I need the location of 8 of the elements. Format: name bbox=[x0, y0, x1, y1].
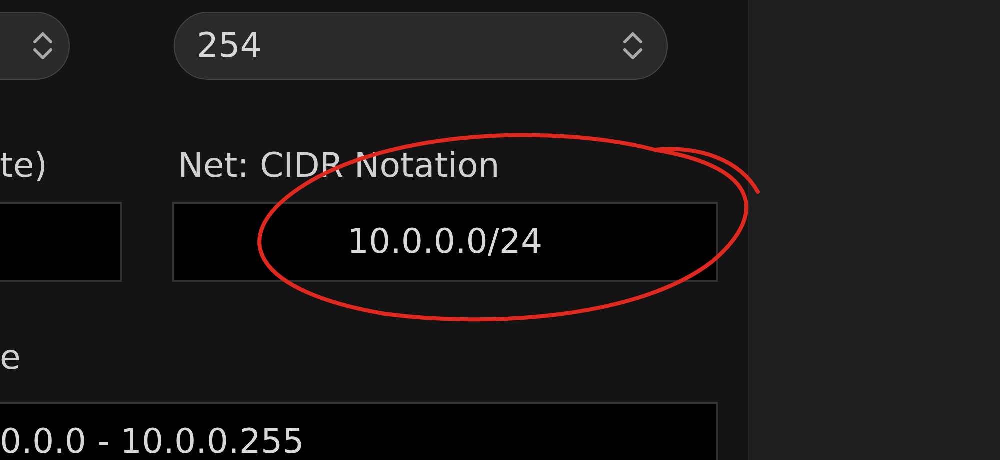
input-field[interactable] bbox=[0, 202, 122, 282]
field-label: te) bbox=[0, 145, 49, 188]
select-control[interactable]: 254 bbox=[174, 12, 668, 80]
input-field[interactable]: 0.0.0 - 10.0.0.255 bbox=[0, 402, 718, 460]
input-field[interactable]: 10.0.0.0/24 bbox=[172, 202, 718, 282]
select-control[interactable] bbox=[0, 12, 70, 80]
field-label: Net: CIDR Notation bbox=[178, 145, 501, 188]
field-label: e bbox=[0, 337, 22, 380]
